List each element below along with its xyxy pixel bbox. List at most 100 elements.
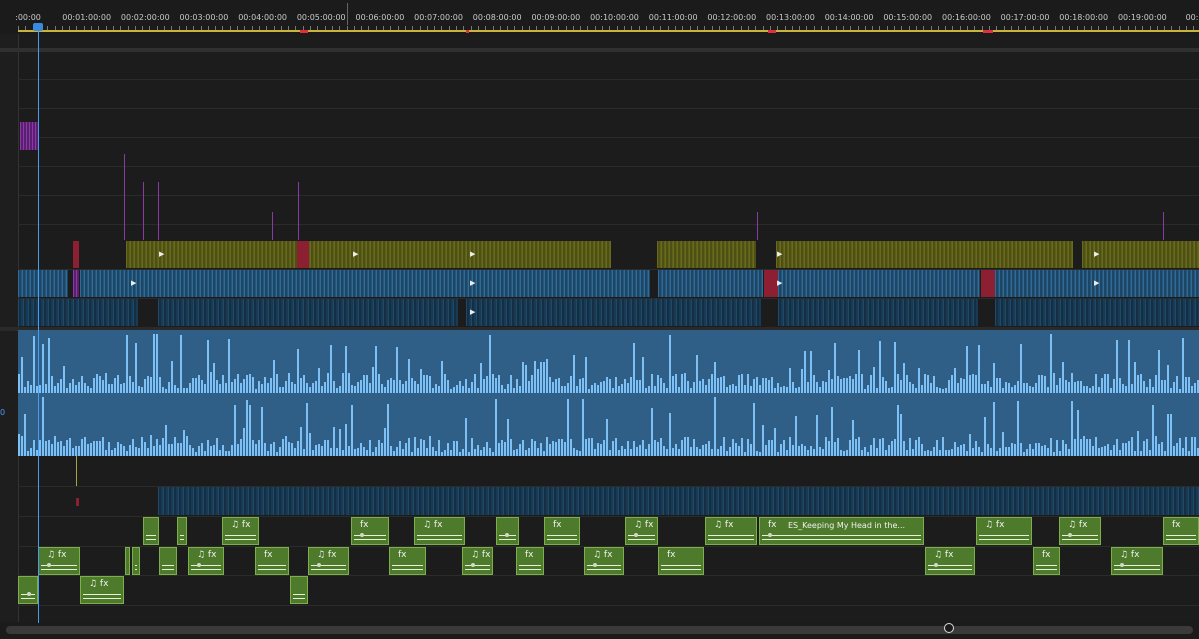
volume-line[interactable] — [547, 539, 577, 540]
video-clip-track-v1[interactable] — [995, 299, 1199, 326]
audio-clip[interactable] — [143, 517, 159, 545]
audio-clip[interactable]: ♫ fx — [222, 517, 259, 545]
video-clip[interactable] — [764, 270, 778, 297]
keyframe[interactable] — [505, 533, 509, 537]
audio-clip[interactable]: ♫ fx — [80, 576, 124, 604]
video-track-v5[interactable] — [18, 166, 1199, 196]
audio-clip[interactable]: fx — [1033, 547, 1060, 575]
audio-track-a6[interactable]: ♫ fx — [18, 575, 1199, 606]
timeline-tracks[interactable]: ▶ ▶ ▶ ▶ ▶ ▶ ▶ ▶ ▶ ▶ ♫ fx fx ♫ fx fx ♫ fx… — [0, 34, 1199, 623]
volume-line[interactable] — [191, 569, 221, 570]
video-clip[interactable] — [297, 241, 309, 268]
audio-clip[interactable]: ♫ fx — [1059, 517, 1101, 545]
volume-line[interactable] — [628, 535, 655, 536]
audio-clip[interactable]: ♫ fx — [1111, 547, 1163, 575]
volume-line[interactable] — [547, 535, 577, 536]
volume-line[interactable] — [465, 565, 490, 566]
volume-line[interactable] — [1166, 539, 1196, 540]
keyframe[interactable] — [934, 563, 938, 567]
volume-line[interactable] — [417, 535, 462, 536]
marker[interactable] — [983, 30, 993, 33]
audio-clip[interactable]: fx — [658, 547, 704, 575]
video-clip-track-v3[interactable] — [776, 241, 1073, 268]
volume-line[interactable] — [21, 598, 35, 599]
volume-line[interactable] — [180, 539, 184, 540]
volume-line[interactable] — [392, 569, 423, 570]
work-area-bar[interactable] — [18, 30, 1199, 32]
audio-clip[interactable] — [496, 517, 519, 545]
audio-clip[interactable]: fx — [389, 547, 426, 575]
audio-clip[interactable]: ♫ fx — [38, 547, 80, 575]
keyframe[interactable] — [634, 533, 638, 537]
volume-line[interactable] — [417, 539, 462, 540]
keyframe[interactable] — [768, 533, 772, 537]
video-track-v6[interactable] — [18, 137, 1199, 167]
volume-line[interactable] — [83, 598, 121, 599]
playhead-icon[interactable] — [33, 23, 43, 31]
volume-line[interactable] — [293, 598, 305, 599]
audio-clip[interactable]: fx — [516, 547, 544, 575]
volume-line[interactable] — [146, 535, 156, 536]
keyframe[interactable] — [197, 563, 201, 567]
volume-line[interactable] — [225, 539, 256, 540]
audio-clip[interactable]: fx — [1163, 517, 1199, 545]
audio-clip[interactable]: ♫ fx — [976, 517, 1032, 545]
keyframe[interactable] — [471, 563, 475, 567]
audio-clip-track-a3[interactable] — [158, 487, 1199, 515]
video-clip-track-v1[interactable] — [466, 299, 761, 326]
audio-clip[interactable] — [290, 576, 308, 604]
volume-line[interactable] — [258, 565, 286, 566]
volume-line[interactable] — [41, 569, 77, 570]
volume-line[interactable] — [1036, 565, 1057, 566]
audio-track-a2[interactable] — [18, 456, 1199, 487]
audio-clip[interactable]: fx — [255, 547, 289, 575]
volume-line[interactable] — [162, 569, 174, 570]
video-track-v9[interactable] — [18, 52, 1199, 80]
volume-line[interactable] — [83, 594, 121, 595]
audio-clip[interactable]: ♫ fx — [584, 547, 624, 575]
video-clip-track-v2[interactable] — [80, 270, 650, 297]
volume-line[interactable] — [293, 594, 305, 595]
volume-line[interactable] — [762, 535, 921, 536]
video-clip[interactable] — [981, 270, 995, 297]
volume-line[interactable] — [661, 565, 701, 566]
video-clip-track-v2[interactable] — [658, 270, 763, 297]
keyframe[interactable] — [593, 563, 597, 567]
keyframe[interactable] — [1068, 533, 1072, 537]
volume-line[interactable] — [354, 535, 386, 536]
volume-line[interactable] — [628, 539, 655, 540]
audio-track-a5[interactable]: ♫ fx ♫ fx fx ♫ fx fx ♫ fx fx ♫ fx fx ♫ fx fx ♫ fx — [18, 546, 1199, 576]
video-clip-track-v2[interactable] — [18, 270, 68, 297]
video-clip[interactable] — [73, 270, 79, 297]
video-clip-track-v3[interactable] — [1082, 241, 1199, 268]
volume-line[interactable] — [1114, 569, 1160, 570]
volume-line[interactable] — [979, 535, 1029, 536]
keyframe[interactable] — [186, 533, 187, 537]
volume-line[interactable] — [519, 565, 541, 566]
audio-track-a3[interactable] — [18, 486, 1199, 517]
audio-clip[interactable] — [132, 547, 140, 575]
volume-line[interactable] — [1166, 535, 1196, 536]
audio-clip[interactable]: ♫ fx — [462, 547, 493, 575]
keyframe[interactable] — [360, 533, 364, 537]
audio-track-a7[interactable] — [18, 605, 1199, 623]
video-clip-track-v3[interactable] — [657, 241, 756, 268]
video-track-v7[interactable] — [18, 108, 1199, 150]
video-clip-track-v1[interactable] — [18, 299, 138, 326]
volume-line[interactable] — [499, 539, 516, 540]
keyframe[interactable] — [1120, 563, 1124, 567]
keyframe[interactable] — [317, 563, 321, 567]
video-clip-track-v3[interactable] — [126, 241, 611, 268]
audio-clip[interactable]: ♫ fx — [625, 517, 658, 545]
zoom-handle-icon[interactable] — [944, 623, 954, 633]
video-track-v1[interactable]: ▶ — [18, 298, 1199, 328]
audio-clip[interactable] — [76, 498, 79, 506]
audio-clip[interactable]: ♫ fx — [925, 547, 975, 575]
volume-line[interactable] — [928, 569, 972, 570]
audio-track-a4[interactable]: ♫ fx fx ♫ fx fx ♫ fx ♫ fx fx ES_Keeping My Head… — [18, 516, 1199, 547]
video-track-v4[interactable] — [18, 195, 1199, 225]
volume-line[interactable] — [135, 569, 137, 570]
volume-line[interactable] — [162, 565, 174, 566]
video-clip-track-v1[interactable] — [158, 299, 458, 326]
volume-line[interactable] — [311, 569, 346, 570]
